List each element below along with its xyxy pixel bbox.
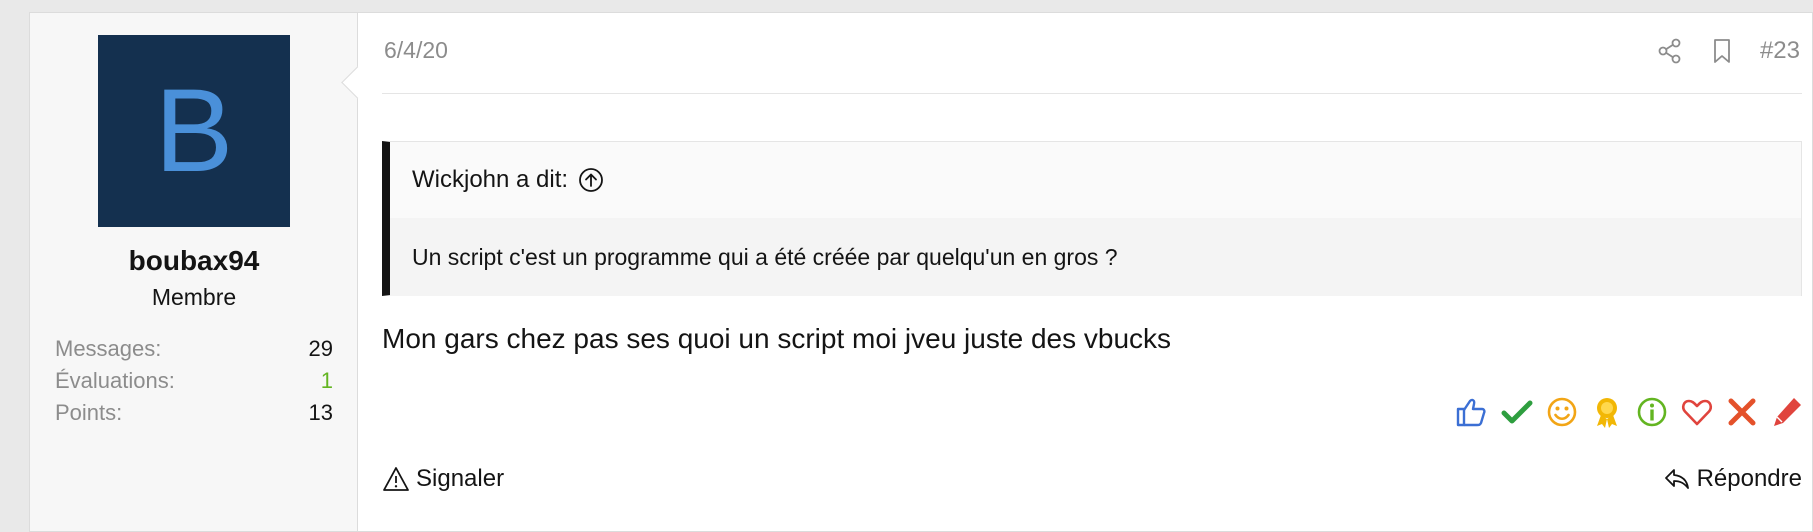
stat-label: Points: xyxy=(55,400,123,425)
stat-value[interactable]: 13 xyxy=(309,397,333,429)
share-icon[interactable] xyxy=(1656,37,1684,65)
post-number-link[interactable]: #23 xyxy=(1760,37,1800,65)
message-footer: Signaler Répondre xyxy=(382,465,1802,501)
report-link[interactable]: Signaler xyxy=(382,465,504,493)
stat-row-points: Points: 13 xyxy=(55,397,333,429)
thumbs-up-icon[interactable] xyxy=(1455,395,1489,429)
reaction-bar xyxy=(1455,395,1804,429)
user-title: Membre xyxy=(151,284,237,310)
user-stats: Messages: 29 Évaluations: 1 Points: 13 xyxy=(55,333,333,429)
reply-label: Répondre xyxy=(1696,465,1802,492)
stat-value[interactable]: 1 xyxy=(321,365,333,397)
message-attribution: 6/4/20 #23 xyxy=(382,13,1802,94)
info-icon[interactable] xyxy=(1635,395,1669,429)
message-post: B boubax94 Membre Messages: 29 Évaluatio… xyxy=(29,12,1813,532)
quote-block: Wickjohn a dit: Un script c'est un progr… xyxy=(382,141,1802,296)
smiley-icon[interactable] xyxy=(1545,395,1579,429)
quote-header[interactable]: Wickjohn a dit: xyxy=(390,142,1801,218)
quote-content: Un script c'est un programme qui a été c… xyxy=(390,218,1801,296)
attribution-actions: #23 xyxy=(1656,37,1800,65)
message-body: Mon gars chez pas ses quoi un script moi… xyxy=(382,323,1172,354)
username-link[interactable]: boubax94 xyxy=(30,245,358,277)
stat-value[interactable]: 29 xyxy=(309,333,333,365)
bookmark-icon[interactable] xyxy=(1708,37,1736,65)
user-cell-arrow xyxy=(341,66,374,99)
reply-arrow-icon xyxy=(1663,465,1691,493)
stat-row-messages: Messages: 29 xyxy=(55,333,333,365)
stat-label: Évaluations: xyxy=(55,368,175,393)
avatar[interactable]: B xyxy=(98,35,290,227)
award-icon[interactable] xyxy=(1590,395,1624,429)
warning-triangle-icon xyxy=(382,465,410,493)
message-main: 6/4/20 #23 Wickjohn a dit: Un script c'e… xyxy=(382,13,1802,531)
avatar-letter: B xyxy=(154,65,234,197)
stat-label: Messages: xyxy=(55,336,162,361)
arrow-up-circle-icon[interactable] xyxy=(578,167,604,193)
checkmark-icon[interactable] xyxy=(1500,395,1534,429)
report-label: Signaler xyxy=(416,465,505,492)
cross-icon[interactable] xyxy=(1725,395,1759,429)
user-cell: B boubax94 Membre Messages: 29 Évaluatio… xyxy=(30,13,374,531)
post-date[interactable]: 6/4/20 xyxy=(384,37,448,64)
quote-author[interactable]: Wickjohn a dit: xyxy=(412,166,568,194)
heart-icon[interactable] xyxy=(1680,395,1714,429)
stat-row-ratings: Évaluations: 1 xyxy=(55,365,333,397)
pencil-icon[interactable] xyxy=(1770,395,1804,429)
reply-link[interactable]: Répondre xyxy=(1663,465,1802,493)
